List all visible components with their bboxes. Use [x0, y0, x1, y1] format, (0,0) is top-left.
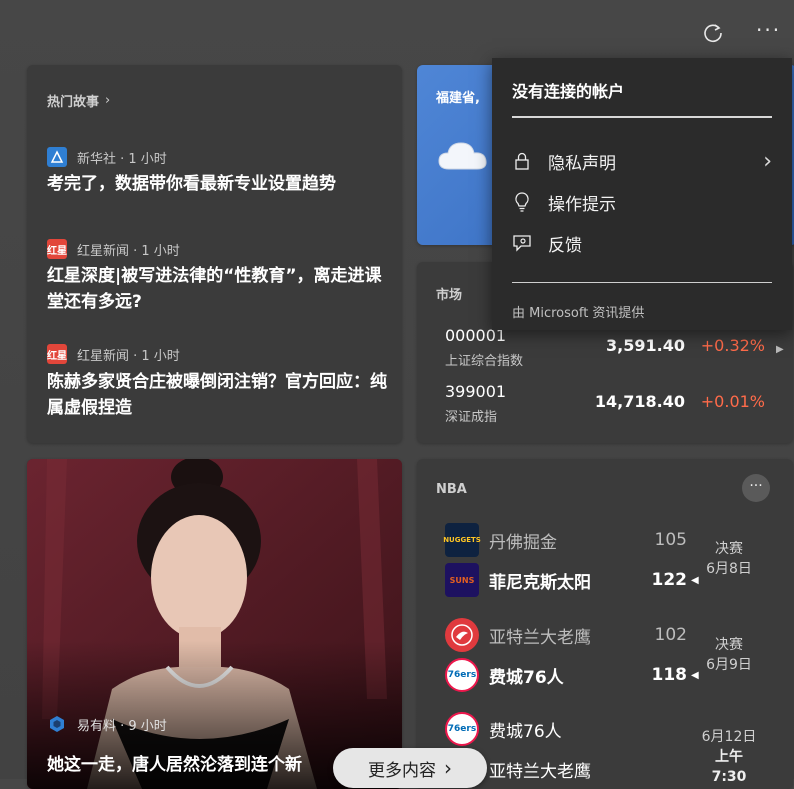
market-name: 上证综合指数: [445, 354, 524, 369]
suns-logo-text: SUNS: [449, 575, 475, 585]
story-source-text: 红星新闻 · 1 小时: [77, 243, 180, 259]
market-row[interactable]: 399001 深证成指 14,718.40 +0.01%: [445, 382, 765, 426]
xinhua-logo-icon: [47, 147, 67, 167]
weather-location: 福建省,: [436, 91, 480, 106]
hot-stories-header[interactable]: 热门故事 ›: [47, 91, 110, 110]
hongxing-logo-icon: 红星: [47, 344, 67, 364]
cloud-icon: [437, 137, 489, 177]
chevron-right-icon: ›: [444, 756, 452, 780]
story-source-text: 易有料 · 9 小时: [77, 718, 167, 734]
nba-title: NBA: [436, 482, 467, 497]
menu-item-label: 隐私声明: [548, 153, 616, 174]
winner-arrow-icon: ◀: [691, 574, 699, 586]
menu-item-feedback[interactable]: 反馈: [512, 228, 582, 258]
menu-divider: [512, 282, 772, 283]
team-name: 亚特兰大老鹰: [489, 627, 591, 648]
more-options-icon[interactable]: ···: [742, 474, 770, 502]
sixers-logo-text: 76ers: [447, 724, 477, 734]
sixers-logo-icon: 76ers: [445, 712, 479, 746]
market-value: 14,718.40: [594, 392, 685, 411]
team-score: 122: [651, 570, 688, 590]
hongxing-logo-text: 红星: [47, 350, 67, 362]
hot-stories-title: 热门故事: [47, 95, 100, 110]
hongxing-logo-icon: 红星: [47, 239, 67, 259]
story-source: 易有料 · 9 小时: [47, 714, 167, 734]
game-date: 6月12日: [701, 729, 757, 745]
yiyouliao-logo-icon: [47, 714, 67, 734]
game-date: 6月9日: [706, 657, 752, 673]
menu-footer: 由 Microsoft 资讯提供: [512, 306, 645, 321]
menu-item-privacy[interactable]: 隐私声明 ›: [512, 146, 772, 176]
team-score: 105: [654, 530, 687, 550]
story-source-text: 新华社 · 1 小时: [77, 151, 167, 167]
lock-icon: [512, 152, 532, 170]
nuggets-logo-icon: NUGGETS: [443, 523, 481, 557]
market-change: +0.01%: [700, 392, 765, 411]
account-menu: 没有连接的帐户 隐私声明 › 操作提示 反馈 由 Microsoft 资讯提供: [492, 58, 792, 330]
team-name: 丹佛掘金: [489, 532, 557, 553]
market-title: 市场: [436, 288, 463, 303]
market-name: 深证成指: [445, 410, 498, 425]
game-status: 决赛: [715, 637, 743, 653]
story-source-text: 红星新闻 · 1 小时: [77, 348, 180, 364]
photo-story-card[interactable]: 易有料 · 9 小时 她这一走，唐人居然沦落到连个新: [27, 459, 402, 789]
chevron-right-icon: ›: [105, 93, 111, 108]
team-name: 菲尼克斯太阳: [489, 572, 591, 593]
more-content-label: 更多内容: [368, 760, 436, 781]
menu-divider: [512, 116, 772, 118]
team-score: 118: [651, 665, 688, 685]
story-headline[interactable]: 陈赫多家贤合庄被曝倒闭注销？官方回应：纯属虚假捏造: [47, 369, 387, 421]
sixers-logo-text: 76ers: [447, 670, 477, 680]
scroll-right-icon[interactable]: ▶: [776, 344, 784, 355]
market-row[interactable]: 000001 上证综合指数 3,591.40 +0.32%: [445, 326, 765, 370]
menu-item-label: 操作提示: [548, 194, 616, 215]
market-change: +0.32%: [700, 336, 765, 355]
hongxing-logo-text: 红星: [47, 245, 67, 257]
hawks-logo-icon: [445, 618, 479, 652]
sixers-logo-icon: 76ers: [445, 658, 479, 692]
lightbulb-icon: [512, 192, 532, 212]
market-code: 399001: [445, 382, 507, 401]
nba-card: NBA ··· NUGGETS 丹佛掘金 105 SUNS 菲尼克斯太阳 122…: [417, 459, 793, 789]
feedback-icon: [512, 234, 532, 252]
hot-stories-card: 热门故事 › 新华社 · 1 小时 考完了，数据带你看最新专业设置趋势 红星 红…: [27, 65, 402, 443]
game-info: 决赛 6月9日: [699, 635, 759, 675]
game-date: 6月8日: [706, 561, 752, 577]
story-photo: [27, 459, 402, 789]
game-info: 决赛 6月8日: [699, 539, 759, 579]
chevron-right-icon: ›: [763, 148, 772, 174]
team-name: 亚特兰大老鹰: [489, 761, 591, 782]
nuggets-logo-text: NUGGETS: [443, 536, 481, 544]
market-value: 3,591.40: [606, 336, 685, 355]
story-source: 红星 红星新闻 · 1 小时: [47, 239, 180, 259]
more-options-icon[interactable]: ···: [756, 18, 781, 42]
suns-logo-icon: SUNS: [445, 563, 479, 597]
story-source: 红星 红星新闻 · 1 小时: [47, 344, 180, 364]
menu-item-label: 反馈: [548, 235, 582, 256]
team-score: 102: [654, 625, 687, 645]
game-time: 上午7:30: [711, 749, 747, 785]
more-content-button[interactable]: 更多内容 ›: [333, 748, 487, 788]
refresh-icon[interactable]: [702, 22, 724, 49]
menu-title: 没有连接的帐户: [512, 82, 625, 101]
game-info: 6月12日 上午7:30: [699, 727, 759, 787]
story-headline[interactable]: 考完了，数据带你看最新专业设置趋势: [47, 171, 387, 197]
team-name: 费城76人: [489, 721, 562, 742]
game-status: 决赛: [715, 541, 743, 557]
story-source: 新华社 · 1 小时: [47, 147, 167, 167]
menu-item-tips[interactable]: 操作提示: [512, 187, 616, 217]
team-name: 费城76人: [489, 667, 564, 688]
story-headline[interactable]: 红星深度|被写进法律的“性教育”，离走进课堂还有多远?: [47, 263, 387, 315]
winner-arrow-icon: ◀: [691, 669, 699, 681]
